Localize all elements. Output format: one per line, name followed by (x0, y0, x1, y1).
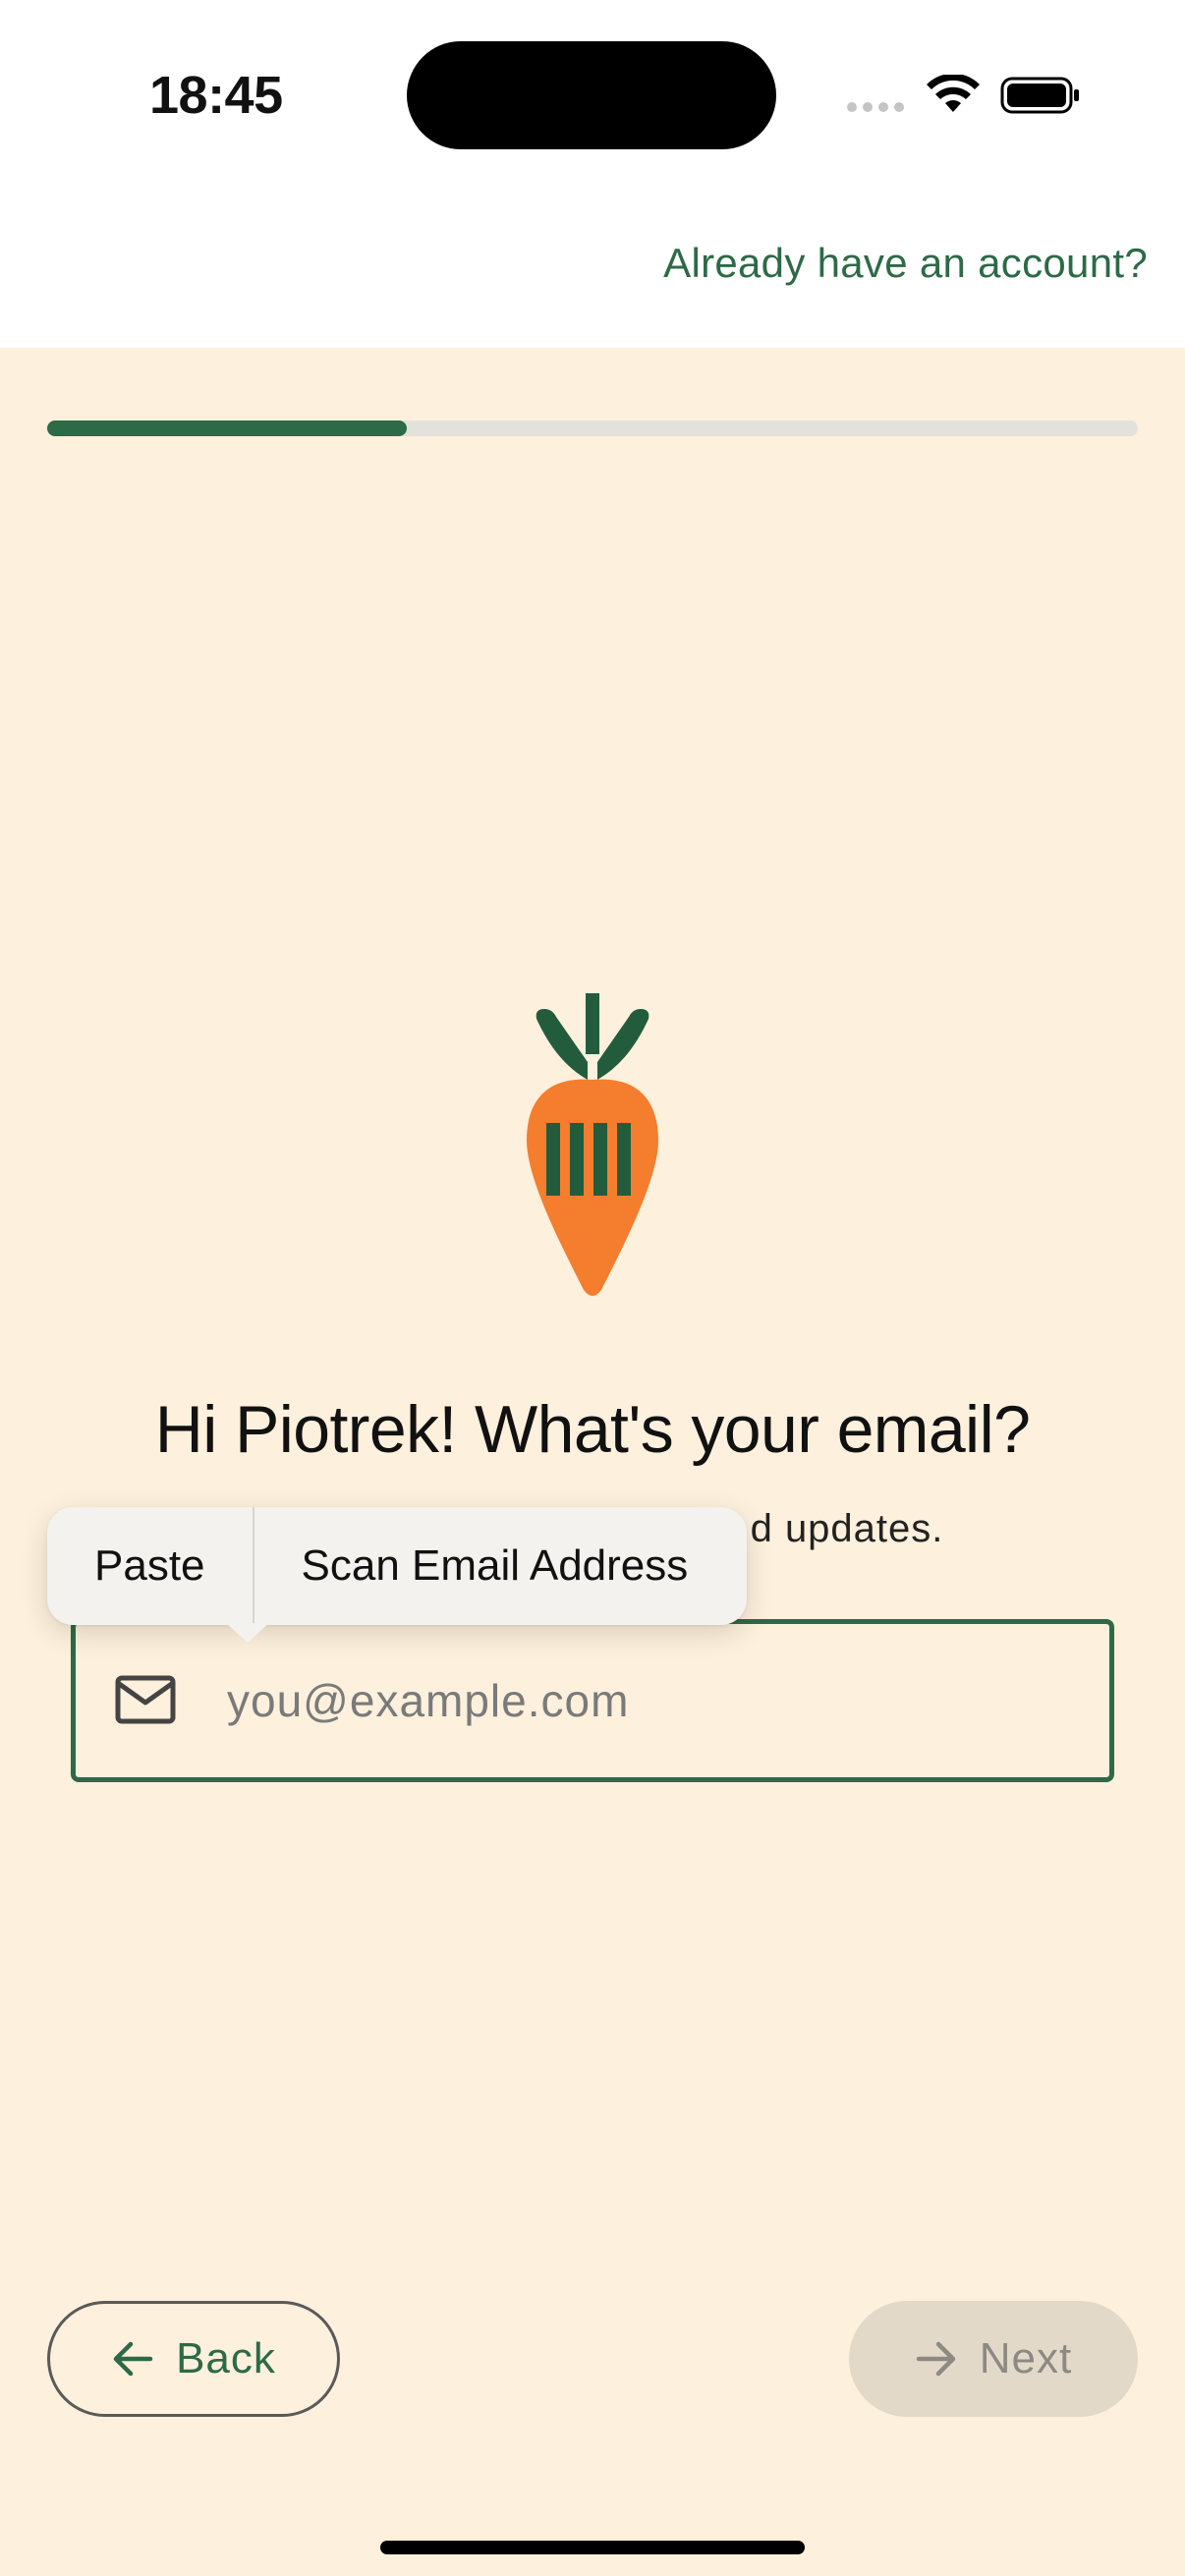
cellular-signal-icon (847, 102, 904, 112)
mail-icon (115, 1675, 176, 1724)
next-button-label: Next (979, 2334, 1073, 2382)
wifi-icon (927, 75, 980, 112)
battery-icon (1000, 77, 1079, 114)
screen: 18:45 Already have an account? Hi Piotre… (0, 0, 1185, 2576)
edit-menu-pointer (226, 1623, 269, 1643)
email-input[interactable] (227, 1661, 1072, 1740)
subtitle-visible-fragment: d updates. (750, 1507, 944, 1550)
status-time: 18:45 (149, 66, 283, 125)
home-indicator[interactable] (380, 2541, 805, 2554)
dynamic-island (407, 41, 776, 149)
arrow-left-icon (113, 2341, 153, 2377)
email-field[interactable]: Email (71, 1595, 1114, 1782)
top-bar: 18:45 Already have an account? (0, 0, 1185, 348)
arrow-right-icon (916, 2341, 955, 2377)
progress-fill (47, 420, 408, 436)
main-content: Hi Piotrek! What's your email? d updates… (0, 348, 1185, 2576)
carrot-logo-icon (527, 993, 658, 1296)
already-have-account-link[interactable]: Already have an account? (663, 240, 1148, 287)
page-title: Hi Piotrek! What's your email? (154, 1392, 1031, 1467)
back-button[interactable]: Back (47, 2301, 340, 2417)
scan-email-menu-item[interactable]: Scan Email Address (254, 1507, 736, 1625)
progress-bar (47, 420, 1138, 436)
back-button-label: Back (176, 2334, 276, 2382)
next-button[interactable]: Next (849, 2301, 1138, 2417)
edit-menu: Paste Scan Email Address (47, 1507, 747, 1643)
paste-menu-item[interactable]: Paste (47, 1507, 253, 1625)
